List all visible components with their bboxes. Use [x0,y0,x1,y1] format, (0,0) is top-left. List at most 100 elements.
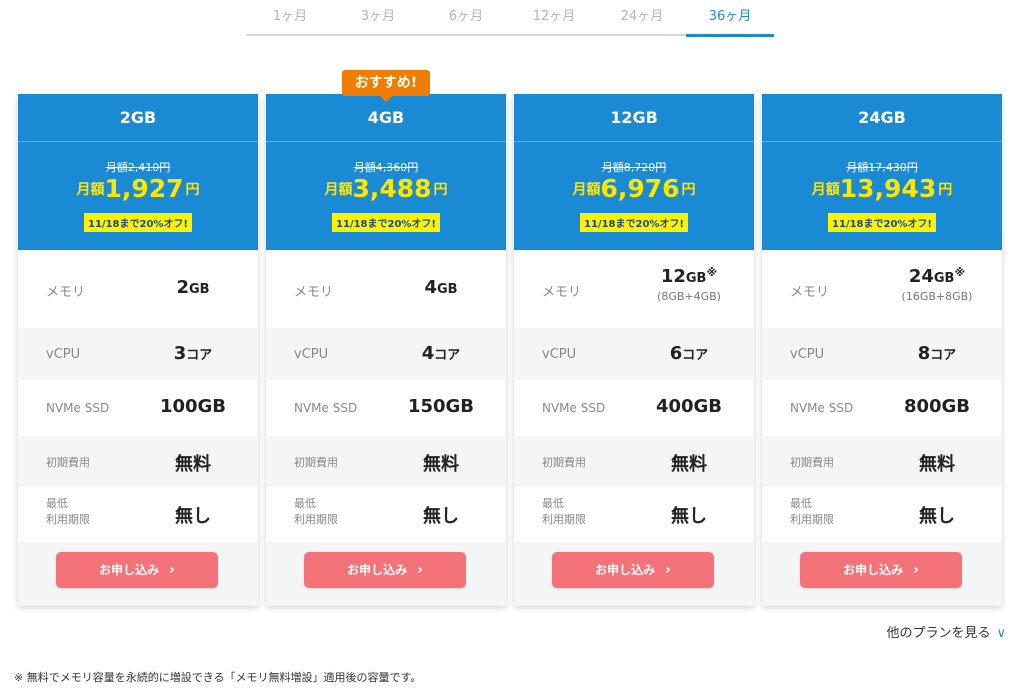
tab-1-month[interactable]: 1ヶ月 [246,0,334,36]
ssd-capacity: 400GB [655,396,723,417]
spec-value-min-period: 無し [624,502,754,528]
chevron-right-icon: › [169,562,175,578]
apply-button-label: お申し込み [595,563,656,577]
spec-row-memory: メモリ 24GB※ (16GB+8GB) [762,250,1002,328]
apply-button[interactable]: お申し込み › [304,552,466,588]
plan-card-1: 4GB 月額4,360円 月額3,488 円 11/18まで20%オフ! メモリ … [266,94,506,606]
spec-value-vcpu: 4コア [376,343,506,364]
spec-label-vcpu: vCPU [294,347,329,362]
spec-row-initial-fee: 初期費用 無料 [18,436,258,486]
spec-value-initial-fee: 無料 [624,450,754,476]
vcpu-number: 6 [669,343,683,364]
initial-fee-value: 無料 [919,454,955,475]
discount-label: 11/18まで20%オフ! [332,213,440,232]
spec-label-min-period-line1: 最低 [46,497,68,510]
spec-label-min-period-line2: 利用期限 [46,513,90,526]
plan-name: 2GB [18,94,258,142]
plan-name: 24GB [762,94,1002,142]
original-price: 月額4,360円 [353,161,419,174]
plan-card-0: 2GB 月額2,410円 月額1,927 円 11/18まで20%オフ! メモリ … [18,94,258,606]
spec-row-min-period: 最低 利用期限 無し [266,486,506,542]
spec-label-min-period: 最低 利用期限 [542,496,586,528]
spec-label-initial-fee: 初期費用 [46,456,90,469]
other-plans-label: 他のプランを見る [886,626,991,641]
spec-value-vcpu: 3コア [128,343,258,364]
tab-6-months[interactable]: 6ヶ月 [422,0,510,36]
spec-value-memory: 4GB [376,277,506,298]
price-amount: 3,488 [352,174,432,203]
spec-label-min-period: 最低 利用期限 [790,496,834,528]
original-price: 月額8,720円 [601,161,667,174]
price-amount: 6,976 [600,174,680,203]
tab-3-months[interactable]: 3ヶ月 [334,0,422,36]
ssd-capacity: 150GB [407,396,475,417]
apply-button-label: お申し込み [99,563,160,577]
price-prefix: 月額 [76,182,105,198]
price-block: 月額17,430円 月額13,943 円 11/18まで20%オフ! [762,142,1002,250]
spec-row-min-period: 最低 利用期限 無し [514,486,754,542]
price-currency: 円 [938,182,953,198]
spec-label-ssd: NVMe SSD [790,401,854,415]
spec-label-initial-fee: 初期費用 [294,456,338,469]
initial-fee-value: 無料 [423,454,459,475]
spec-label-min-period-line1: 最低 [294,497,316,510]
price-block: 月額8,720円 月額6,976 円 11/18まで20%オフ! [514,142,754,250]
apply-button[interactable]: お申し込み › [552,552,714,588]
spec-label-vcpu: vCPU [790,347,825,362]
tab-24-months[interactable]: 24ヶ月 [598,0,686,36]
price-prefix: 月額 [572,182,601,198]
min-period-value: 無し [671,506,707,527]
apply-button[interactable]: お申し込み › [800,552,962,588]
recommended-badge: おすすめ! [342,70,430,102]
spec-table: メモリ 12GB※ (8GB+4GB) vCPU 6コア NVMe SSD 40… [514,250,754,542]
memory-number: 2 [176,277,189,298]
spec-row-memory: メモリ 2GB [18,250,258,328]
tab-12-months[interactable]: 12ヶ月 [510,0,598,36]
spec-label-ssd: NVMe SSD [46,401,110,415]
tab-36-months[interactable]: 36ヶ月 [686,0,774,37]
spec-row-ssd: NVMe SSD 400GB [514,380,754,436]
memory-unit: GB [188,282,210,297]
spec-label-initial-fee: 初期費用 [542,456,586,469]
price-amount: 1,927 [104,174,184,203]
spec-row-ssd: NVMe SSD 100GB [18,380,258,436]
spec-label-min-period-line2: 利用期限 [790,513,834,526]
spec-label-vcpu: vCPU [46,347,81,362]
initial-fee-value: 無料 [175,454,211,475]
memory-unit: GB [685,271,707,286]
spec-value-initial-fee: 無料 [872,450,1002,476]
apply-button[interactable]: お申し込み › [56,552,218,588]
price-currency: 円 [433,182,448,198]
spec-value-memory: 2GB [128,277,258,298]
spec-label-ssd: NVMe SSD [542,401,606,415]
spec-value-ssd: 800GB [872,396,1002,417]
memory-number: 4 [424,277,437,298]
discounted-price: 月額6,976 円 [514,174,754,203]
original-price: 月額17,430円 [846,161,918,174]
apply-button-label: お申し込み [843,563,904,577]
spec-value-initial-fee: 無料 [128,450,258,476]
spec-value-initial-fee: 無料 [376,450,506,476]
memory-note: ※ [954,266,966,279]
spec-label-memory: メモリ [46,285,86,300]
price-block: 月額4,360円 月額3,488 円 11/18まで20%オフ! [266,142,506,250]
chevron-right-icon: › [913,562,919,578]
spec-label-vcpu: vCPU [542,347,577,362]
min-period-value: 無し [423,506,459,527]
spec-table: メモリ 2GB vCPU 3コア NVMe SSD 100GB 初期費用 無料 … [18,250,258,542]
spec-row-vcpu: vCPU 8コア [762,328,1002,380]
min-period-value: 無し [175,506,211,527]
spec-row-vcpu: vCPU 6コア [514,328,754,380]
spec-row-initial-fee: 初期費用 無料 [514,436,754,486]
spec-table: メモリ 4GB vCPU 4コア NVMe SSD 150GB 初期費用 無料 … [266,250,506,542]
memory-number: 12 [660,266,686,287]
vcpu-unit: コア [682,348,709,363]
spec-value-min-period: 無し [376,502,506,528]
plan-name: 12GB [514,94,754,142]
spec-row-vcpu: vCPU 4コア [266,328,506,380]
spec-label-min-period: 最低 利用期限 [294,496,338,528]
other-plans-link[interactable]: 他のプランを見る ∨ [886,622,1006,641]
spec-row-initial-fee: 初期費用 無料 [266,436,506,486]
spec-value-vcpu: 6コア [624,343,754,364]
vcpu-unit: コア [434,348,461,363]
